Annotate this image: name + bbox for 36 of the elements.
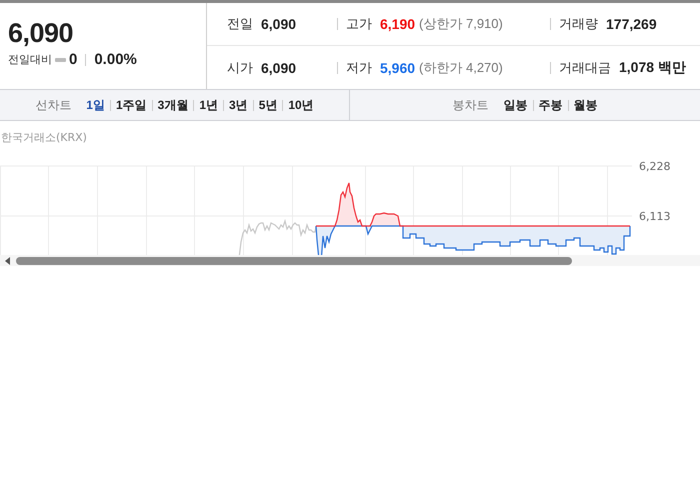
stat-label: 시가 xyxy=(227,58,253,76)
chart-type-label: 봉차트 xyxy=(452,96,488,114)
chart-type-label: 선차트 xyxy=(35,96,72,114)
period-tab[interactable]: 5년 xyxy=(258,96,278,114)
y-axis-label: 6,113 xyxy=(639,210,670,223)
stat-label: 거래량 xyxy=(559,15,598,33)
scroll-left-icon[interactable] xyxy=(5,256,10,264)
change-rate: 0.00% xyxy=(94,51,137,68)
current-price: 6,090 xyxy=(8,17,74,49)
period-tab[interactable]: 1주일 xyxy=(116,96,147,114)
period-tab[interactable]: 3개월 xyxy=(158,96,188,114)
stat-label: 저가 xyxy=(346,58,372,76)
stat-label: 거래대금 xyxy=(559,58,611,76)
period-tab[interactable]: 1일 xyxy=(86,96,105,114)
stat-value: 6,090 xyxy=(261,60,296,76)
period-tab[interactable]: 월봉 xyxy=(574,96,598,114)
stat-value: 1,078 백만 xyxy=(619,58,686,76)
period-tab[interactable]: 3년 xyxy=(229,96,248,114)
unchanged-icon xyxy=(55,58,66,62)
stat-label: 전일 xyxy=(227,15,253,33)
scrollbar-thumb[interactable] xyxy=(16,256,572,264)
y-axis-label: 6,228 xyxy=(639,160,670,173)
stat-label: 고가 xyxy=(346,15,372,33)
period-tab[interactable]: 10년 xyxy=(288,96,314,114)
change-label: 전일대비 xyxy=(8,53,52,67)
stat-value: 5,960 xyxy=(380,60,416,76)
stat-value: 6,090 xyxy=(261,16,296,32)
change-value: 0 xyxy=(69,51,78,68)
period-tab[interactable]: 일봉 xyxy=(504,96,528,114)
stat-value: 6,190 xyxy=(380,16,416,32)
limit-price: (하한가 4,270) xyxy=(419,58,503,76)
data-source: 한국거래소(KRX) xyxy=(0,130,88,146)
stat-value: 177,269 xyxy=(606,16,657,32)
period-tab[interactable]: 주봉 xyxy=(538,96,562,114)
limit-price: (상한가 7,910) xyxy=(419,15,503,33)
period-tab[interactable]: 1년 xyxy=(199,96,218,114)
